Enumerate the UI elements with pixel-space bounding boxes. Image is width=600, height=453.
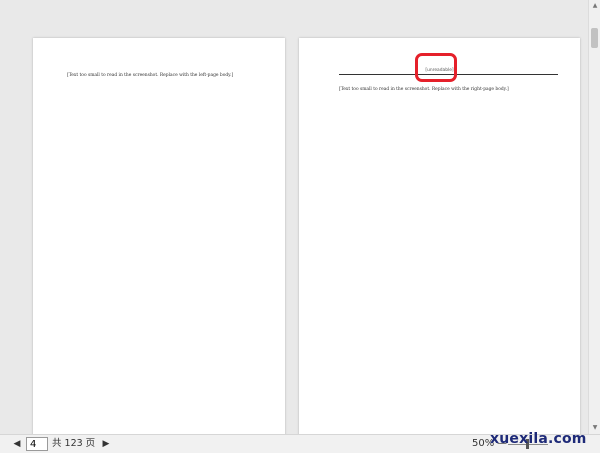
vertical-scrollbar[interactable]: ▲ ▼ [588,0,600,434]
page-count-label: 共 123 页 [52,438,96,449]
next-page-icon[interactable]: ▶ [101,438,111,450]
site-watermark: xuexila.com [490,431,587,447]
red-highlight-circle [415,53,457,82]
page-number-input[interactable] [26,437,48,451]
document-viewer[interactable]: [Text too small to read in the screensho… [0,0,600,434]
scroll-up-icon[interactable]: ▲ [589,0,600,12]
prev-page-icon[interactable]: ◀ [12,438,22,450]
page-right: [unreadable] [Text too small to read in … [299,38,580,434]
scrollbar-thumb[interactable] [591,28,598,48]
page-left: [Text too small to read in the screensho… [33,38,285,434]
page-right-body: [Text too small to read in the screensho… [339,87,509,92]
page-left-body: [Text too small to read in the screensho… [67,73,234,78]
scroll-down-icon[interactable]: ▼ [589,422,600,434]
